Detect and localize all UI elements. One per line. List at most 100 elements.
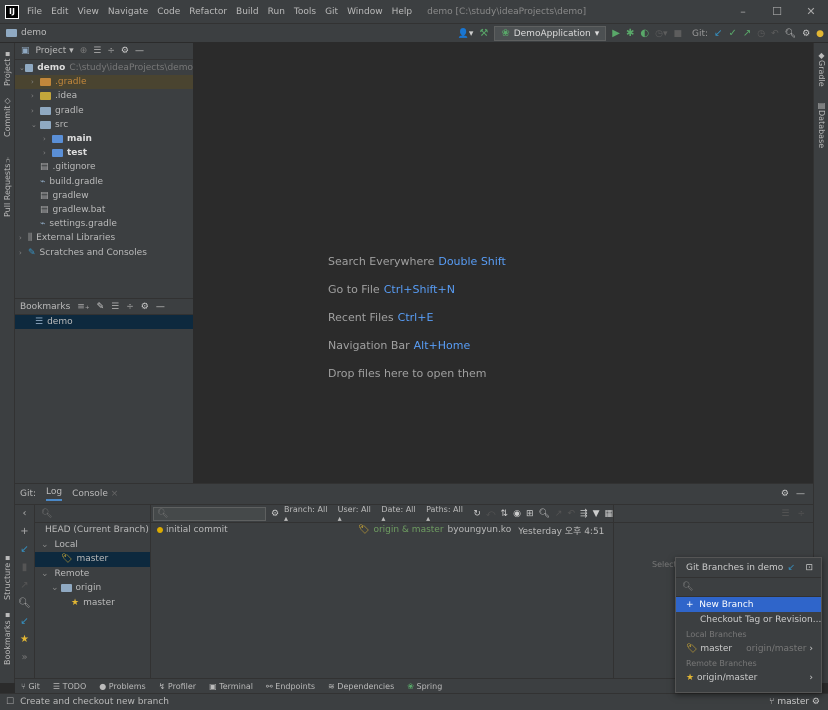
breadcrumb-project[interactable]: demo: [21, 28, 47, 38]
fetch-icon[interactable]: ↙: [787, 563, 795, 573]
debug-icon[interactable]: ✱: [626, 28, 634, 39]
chevron-right-icon[interactable]: ›: [19, 234, 28, 242]
tab-console[interactable]: Console ×: [72, 489, 118, 499]
chevron-down-icon[interactable]: ⌄: [31, 121, 40, 129]
close-tab-icon[interactable]: ×: [111, 489, 119, 499]
menu-help[interactable]: Help: [392, 7, 413, 17]
tab-git[interactable]: ⑂ Git: [21, 682, 40, 691]
tree-node[interactable]: › ✎ Scratches and Consoles: [15, 245, 193, 259]
tab-todo[interactable]: ☰ TODO: [53, 682, 86, 691]
branch-node[interactable]: ⌄ Remote: [35, 567, 150, 582]
tree-node[interactable]: › .gradle: [15, 75, 193, 90]
tree-node[interactable]: ⌄ demo C:\study\ideaProjects\demo: [15, 61, 193, 75]
tab-dependencies[interactable]: ≋ Dependencies: [328, 682, 394, 691]
update-project-icon[interactable]: ↙: [714, 28, 722, 39]
tab-bookmarks[interactable]: Bookmarks ▪: [0, 609, 15, 667]
tree-node[interactable]: ▤ .gitignore: [15, 160, 193, 174]
remote-branch-item[interactable]: ★ origin/master ›: [676, 670, 821, 685]
filter-user[interactable]: User: All ▴: [338, 505, 377, 523]
filter-branch[interactable]: Branch: All ▴: [284, 505, 333, 523]
branch-search-input[interactable]: 🔍︎: [35, 505, 150, 523]
run-configuration-select[interactable]: ❀ DemoApplication ▾: [494, 26, 607, 41]
coverage-icon[interactable]: ◐: [640, 28, 649, 39]
chevron-right-icon[interactable]: ›: [31, 78, 40, 86]
tab-pull-requests[interactable]: Pull Requests ⑂: [0, 151, 15, 221]
menu-edit[interactable]: Edit: [51, 7, 68, 17]
push-icon[interactable]: ↗: [743, 28, 751, 39]
new-branch-item[interactable]: + New Branch: [676, 597, 821, 612]
tab-gradle[interactable]: ◆ Gradle: [814, 49, 828, 89]
update-icon[interactable]: ↙: [15, 541, 34, 559]
popup-search-input[interactable]: 🔍︎: [676, 578, 821, 597]
tab-database[interactable]: ▤ Database: [814, 99, 828, 151]
menu-code[interactable]: Code: [157, 7, 180, 17]
collapse-all-icon[interactable]: ÷: [107, 46, 115, 56]
chevron-right-icon[interactable]: ›: [31, 107, 40, 115]
maximize-button[interactable]: ☐: [760, 0, 794, 24]
chevron-right-icon[interactable]: ›: [31, 92, 40, 100]
chevron-down-icon[interactable]: ⌄: [51, 583, 59, 593]
menu-build[interactable]: Build: [236, 7, 259, 17]
filter-paths[interactable]: Paths: All ▴: [426, 505, 468, 523]
tree-node[interactable]: › test: [15, 146, 193, 160]
hide-icon[interactable]: —: [156, 302, 165, 312]
filter-icon[interactable]: ▼: [593, 509, 600, 519]
branch-node[interactable]: HEAD (Current Branch): [35, 523, 150, 538]
arrow-icon[interactable]: ↗: [555, 509, 563, 519]
collapse-icon[interactable]: ‹: [15, 505, 34, 523]
menu-refactor[interactable]: Refactor: [189, 7, 227, 17]
search-icon[interactable]: 🔍︎: [15, 595, 34, 613]
commit-row[interactable]: initial commit 🏷︎ origin & master byoung…: [151, 523, 613, 537]
status-square-icon[interactable]: ☐: [6, 697, 14, 707]
chevron-right-icon[interactable]: ›: [43, 135, 52, 143]
tab-terminal[interactable]: ▣ Terminal: [209, 682, 253, 691]
plugin-logo-icon[interactable]: ●: [816, 29, 824, 39]
chevron-right-icon[interactable]: ›: [43, 149, 52, 157]
tree-node[interactable]: › ⫼ External Libraries: [15, 231, 193, 245]
run-icon[interactable]: ▶: [612, 28, 620, 39]
tab-endpoints[interactable]: ⚯ Endpoints: [266, 682, 315, 691]
menu-tools[interactable]: Tools: [294, 7, 316, 17]
menu-run[interactable]: Run: [268, 7, 285, 17]
log-search-input[interactable]: 🔍︎: [153, 506, 266, 521]
tab-structure[interactable]: Structure ▪: [0, 554, 15, 600]
branch-node[interactable]: ⌄ origin: [35, 581, 150, 596]
minimize-button[interactable]: –: [726, 0, 760, 24]
menu-navigate[interactable]: Navigate: [108, 7, 148, 17]
gear-icon[interactable]: ⚙: [781, 489, 789, 499]
gear-icon[interactable]: ⚙: [141, 302, 149, 312]
close-button[interactable]: ✕: [794, 0, 828, 24]
git-branch-widget[interactable]: ⑂ master ⚙: [769, 697, 820, 707]
edit-icon[interactable]: ✎: [97, 302, 105, 312]
tree-node[interactable]: ▤ gradlew: [15, 189, 193, 203]
editor-area[interactable]: Search Everywhere Double Shift Go to File…: [193, 43, 813, 483]
chevron-right-icon[interactable]: ›: [19, 249, 28, 257]
search-icon[interactable]: 🔍︎: [785, 29, 796, 39]
cherry-pick-icon[interactable]: ⤺: [486, 509, 496, 519]
expand-all-icon[interactable]: ☰: [111, 302, 119, 312]
branch-node[interactable]: ★ master: [35, 596, 150, 611]
profile-icon[interactable]: ◷▾: [655, 29, 667, 39]
breadcrumb[interactable]: demo: [6, 28, 47, 38]
tree-node[interactable]: ▤ gradlew.bat: [15, 203, 193, 217]
expand-all-icon[interactable]: ☰: [93, 46, 101, 56]
menu-git[interactable]: Git: [325, 7, 338, 17]
chevron-down-icon[interactable]: ⌄: [41, 540, 49, 550]
bookmark-item[interactable]: ☰ demo: [15, 315, 193, 329]
project-view-select[interactable]: Project ▾: [36, 46, 74, 56]
grid-icon[interactable]: ▦: [604, 509, 613, 519]
refresh-icon[interactable]: ↻: [473, 509, 481, 519]
open-new-tab-icon[interactable]: ⊞: [526, 509, 534, 519]
filter-date[interactable]: Date: All ▴: [381, 505, 421, 523]
menu-file[interactable]: File: [27, 7, 42, 17]
hide-icon[interactable]: —: [796, 489, 805, 499]
settings-icon[interactable]: ⊡: [805, 563, 813, 573]
branch-node[interactable]: 🏷︎ master: [35, 552, 150, 567]
tree-node[interactable]: ⌁ build.gradle: [15, 175, 193, 189]
tree-node[interactable]: ⌄ src: [15, 118, 193, 132]
local-branch-item[interactable]: 🏷︎ master origin/master ›: [676, 641, 821, 656]
collapse-icon[interactable]: ÷: [797, 505, 805, 522]
commit-icon[interactable]: ✓: [728, 28, 736, 39]
search-icon[interactable]: 🔍︎: [538, 509, 549, 519]
delete-icon[interactable]: ▮: [15, 559, 34, 577]
